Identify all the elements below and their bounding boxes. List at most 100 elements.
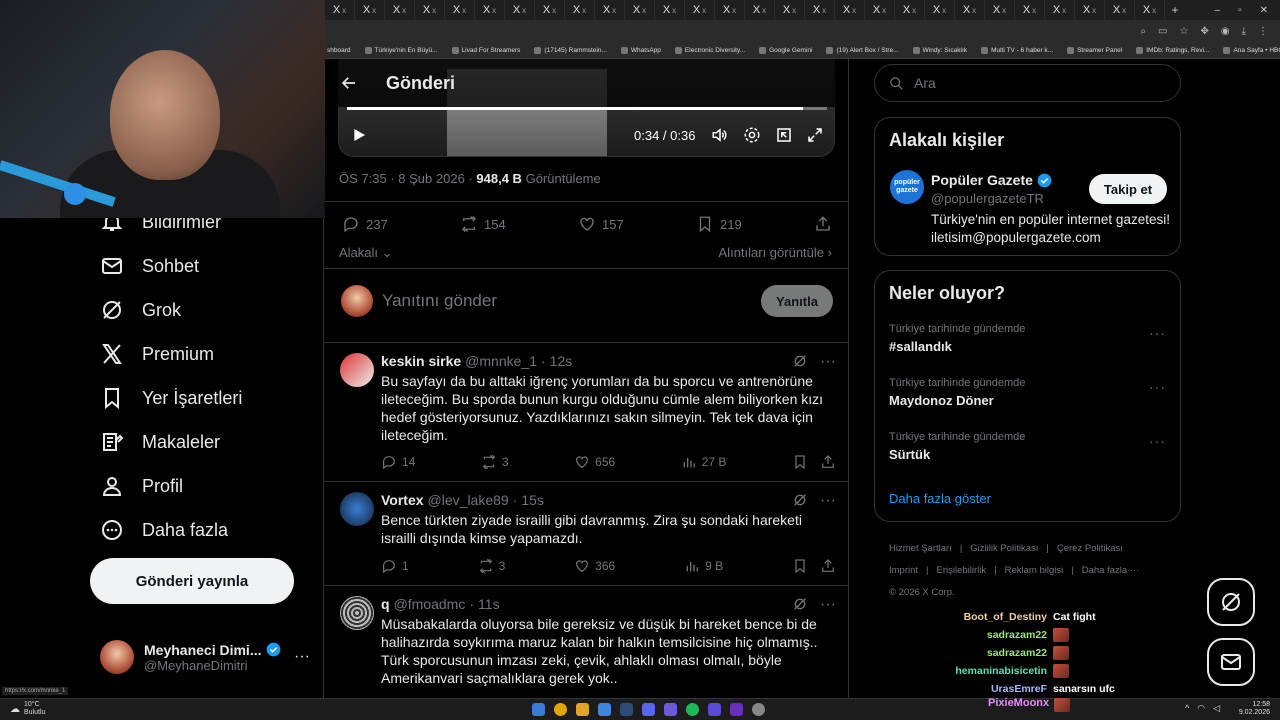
tray-chevron-icon[interactable]: ^ — [1185, 703, 1189, 714]
steam-icon[interactable] — [620, 703, 633, 716]
bookmark-action[interactable] — [792, 454, 808, 470]
browser-tab[interactable]: Xx — [685, 0, 715, 20]
grok-explain-icon[interactable] — [792, 353, 808, 371]
zoom-icon[interactable]: ⌕ — [1140, 26, 1146, 37]
spotify-icon[interactable] — [686, 703, 699, 716]
close-window-icon[interactable]: ✕ — [1260, 5, 1268, 16]
trend-item[interactable]: Türkiye tarihinde gündemde Sürtük — [889, 431, 1025, 462]
profile-icon[interactable]: ◉ — [1221, 26, 1230, 37]
reply-avatar[interactable] — [340, 492, 374, 526]
browser-tab[interactable]: Xx — [415, 0, 445, 20]
footer-link[interactable]: Daha fazla ··· — [1082, 565, 1140, 576]
grok-explain-icon[interactable] — [792, 492, 808, 510]
browser-tab[interactable]: Xx — [1045, 0, 1075, 20]
post-date[interactable]: 8 Şub 2026 — [398, 171, 465, 186]
share-action[interactable] — [820, 454, 836, 470]
nav-item-more-circle[interactable]: Daha fazla — [100, 518, 228, 542]
bookmark-item[interactable]: Türkiye'nin En Büyü... — [364, 46, 438, 54]
trend-more-icon[interactable]: ··· — [1149, 325, 1166, 341]
nav-item-x-logo[interactable]: Premium — [100, 342, 214, 366]
browser-tab[interactable]: Xx — [835, 0, 865, 20]
reply-handle[interactable]: @mnnke_1 — [465, 353, 537, 369]
reply-handle[interactable]: @fmoadmc — [394, 596, 466, 612]
account-switcher[interactable]: Meyhaneci Dimi... @MeyhaneDimitri ··· — [100, 636, 310, 678]
reply-handle[interactable]: @lev_lake89 — [428, 492, 509, 508]
browser-tab[interactable]: Xx — [805, 0, 835, 20]
obs-icon[interactable] — [730, 703, 743, 716]
like-action[interactable]: 157 — [578, 215, 624, 233]
browser-tab[interactable]: Xx — [655, 0, 685, 20]
search-input[interactable]: Ara — [874, 64, 1181, 102]
more-options-icon[interactable]: ··· — [820, 596, 836, 614]
browser-tab[interactable]: Xx — [1015, 0, 1045, 20]
nav-item-bookmark[interactable]: Yer İşaretleri — [100, 386, 242, 410]
browser-tab[interactable]: Xx — [565, 0, 595, 20]
grok-fab[interactable] — [1207, 578, 1255, 626]
reply-submit-button[interactable]: Yanıtla — [761, 285, 833, 317]
views-action[interactable]: 27 B — [681, 454, 726, 470]
bookmark-item[interactable]: (19) Alert Box / Stre... — [826, 46, 899, 54]
system-tray[interactable]: ^ ◠ ◁ — [1185, 703, 1220, 714]
bookmark-item[interactable]: Ana Sayfa • HBO Max — [1223, 46, 1280, 54]
fullscreen-icon[interactable] — [806, 126, 824, 144]
show-more-link[interactable]: Daha fazla göster — [889, 491, 991, 506]
browser-tab[interactable]: Xx — [715, 0, 745, 20]
grok-explain-icon[interactable] — [792, 596, 808, 614]
bookmark-item[interactable]: Windy: Sıcaklık — [912, 46, 967, 54]
new-tab-button[interactable]: + — [1165, 3, 1185, 17]
bookmark-item[interactable]: Livad For Streamers — [451, 46, 520, 54]
browser-tab[interactable]: Xx — [745, 0, 775, 20]
more-options-icon[interactable]: ··· — [820, 492, 836, 510]
extensions-icon[interactable]: ✥ — [1200, 26, 1208, 37]
play-icon[interactable] — [351, 127, 367, 143]
browser-tab[interactable]: Xx — [895, 0, 925, 20]
trend-more-icon[interactable]: ··· — [1149, 379, 1166, 395]
settings-icon[interactable] — [743, 126, 761, 144]
nav-item-article[interactable]: Makaleler — [100, 430, 220, 454]
tab-close-icon[interactable]: x — [852, 6, 856, 15]
bookmark-item[interactable]: Google Gemini — [759, 46, 812, 54]
tab-close-icon[interactable]: x — [972, 6, 976, 15]
cast-icon[interactable]: ▭ — [1158, 26, 1167, 37]
footer-link[interactable]: Imprint — [889, 565, 918, 576]
reply-post[interactable]: q @fmoadmc · 11s ··· Müsabakalarda oluyorsa b… — [324, 586, 848, 700]
browser-tab[interactable]: Xx — [925, 0, 955, 20]
tab-close-icon[interactable]: x — [402, 6, 406, 15]
reply-author[interactable]: Vortex — [381, 492, 424, 508]
reply-action[interactable]: 1 — [381, 558, 409, 574]
reply-author[interactable]: keskin sirke — [381, 353, 461, 369]
tab-close-icon[interactable]: x — [672, 6, 676, 15]
discord-icon[interactable] — [642, 703, 655, 716]
browser-tab[interactable]: Xx — [595, 0, 625, 20]
sort-dropdown[interactable]: Alakalı ⌄ — [339, 245, 393, 261]
browser-tab[interactable]: Xx — [865, 0, 895, 20]
browser-tab[interactable]: Xx — [325, 0, 355, 20]
tab-close-icon[interactable]: x — [942, 6, 946, 15]
reply-action[interactable]: 237 — [342, 215, 388, 233]
tab-close-icon[interactable]: x — [702, 6, 706, 15]
browser-tab[interactable]: Xx — [625, 0, 655, 20]
app-icon[interactable] — [752, 703, 765, 716]
app-icon[interactable] — [664, 703, 677, 716]
tab-close-icon[interactable]: x — [1062, 6, 1066, 15]
browser-tab[interactable]: Xx — [385, 0, 415, 20]
weather-widget[interactable]: ☁ 10°C Bulutlu — [10, 701, 45, 717]
browser-tab[interactable]: Xx — [535, 0, 565, 20]
bookmark-item[interactable]: Electronic Diversity... — [674, 46, 745, 54]
photos-icon[interactable] — [598, 703, 611, 716]
messages-fab[interactable] — [1207, 638, 1255, 686]
reply-time[interactable]: 12s — [550, 353, 573, 369]
related-avatar[interactable]: popüler gazete — [890, 170, 924, 204]
view-quotes-link[interactable]: Alıntıları görüntüle › — [719, 245, 832, 260]
repost-action[interactable]: 3 — [481, 454, 509, 470]
browser-tab[interactable]: Xx — [505, 0, 535, 20]
trend-item[interactable]: Türkiye tarihinde gündemde #sallandık — [889, 323, 1025, 354]
tab-close-icon[interactable]: x — [1152, 6, 1156, 15]
bookmark-item[interactable]: Multi TV - 6 haber k... — [981, 46, 1053, 54]
browser-tab[interactable]: Xx — [355, 0, 385, 20]
browser-tab[interactable]: Xx — [1075, 0, 1105, 20]
bookmark-item[interactable]: shboard — [327, 47, 351, 54]
footer-link[interactable]: Erişilebilirlik — [937, 565, 987, 576]
bookmark-item[interactable]: (17145) Rammstein... — [534, 46, 607, 54]
tab-close-icon[interactable]: x — [612, 6, 616, 15]
